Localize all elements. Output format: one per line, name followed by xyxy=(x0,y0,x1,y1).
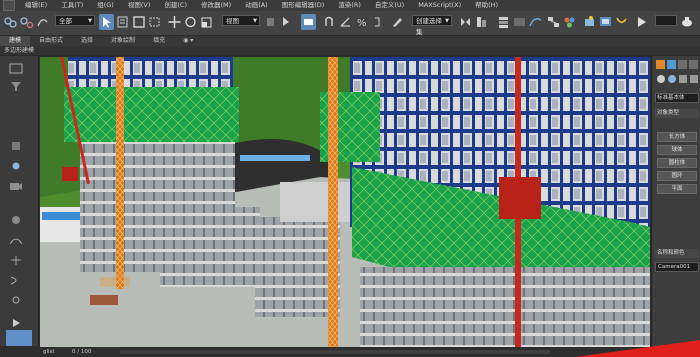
spinner-snap-icon[interactable] xyxy=(370,14,385,30)
material-editor-icon[interactable] xyxy=(562,14,577,30)
tab-selection[interactable]: 选择 xyxy=(72,36,102,46)
torus-button[interactable]: 圆环 xyxy=(657,171,697,181)
plane-button[interactable]: 平面 xyxy=(657,184,697,194)
keyboard-shortcut-override-icon[interactable] xyxy=(301,14,316,30)
object-name-field[interactable]: Camera001 xyxy=(655,262,699,272)
scene-explorer-icon[interactable] xyxy=(8,62,24,75)
tower-crane-left xyxy=(116,57,124,289)
schematic-view-icon[interactable] xyxy=(546,14,561,30)
percent-snap-icon[interactable]: % xyxy=(354,14,369,30)
timeline-tag: glist xyxy=(43,349,55,355)
geometry-icon[interactable] xyxy=(8,214,24,227)
select-by-name-icon[interactable] xyxy=(115,14,130,30)
primitive-type-dropdown[interactable]: 标准基本体 xyxy=(655,93,699,103)
graphite-ribbon-icon[interactable] xyxy=(512,14,527,30)
teapot-render-icon[interactable] xyxy=(680,14,695,30)
rollout-name-color[interactable]: 名称和颜色 xyxy=(655,249,699,258)
tab-modeling[interactable]: 建模 xyxy=(0,36,31,46)
pivot-center-icon[interactable] xyxy=(263,14,278,30)
command-panel-tabs[interactable] xyxy=(655,59,699,89)
curve-editor-icon[interactable] xyxy=(528,14,543,30)
mirror-icon[interactable] xyxy=(458,14,473,30)
display-filter-icon[interactable] xyxy=(8,80,24,93)
menu-views[interactable]: 视图(V) xyxy=(121,0,158,11)
menu-animation[interactable]: 动画(A) xyxy=(238,0,275,11)
angle-snap-icon[interactable] xyxy=(338,14,353,30)
helpers-icon[interactable] xyxy=(8,254,24,267)
scale-icon[interactable] xyxy=(199,14,214,30)
rollout-object-type[interactable]: 对象类型 xyxy=(655,109,699,118)
chevron-down-icon: ▼ xyxy=(88,18,92,24)
render-iterative-icon[interactable] xyxy=(634,14,649,30)
construction-hoist xyxy=(499,177,541,219)
link-icon[interactable] xyxy=(3,14,18,30)
snaps-toggle-icon[interactable] xyxy=(322,14,337,30)
main-toolbar: 全部 ▼ 视图 ▼ % 创建选择集 ▼ xyxy=(0,11,700,36)
menu-bar: 编辑(E) 工具(T) 组(G) 视图(V) 创建(C) 修改器(M) 动画(A… xyxy=(0,0,700,11)
camera-icon[interactable] xyxy=(8,180,24,193)
menu-group[interactable]: 组(G) xyxy=(90,0,121,11)
sphere-button[interactable]: 球体 xyxy=(657,145,697,155)
menu-create[interactable]: 创建(C) xyxy=(157,0,194,11)
unlink-icon[interactable] xyxy=(19,14,34,30)
menu-maxscript[interactable]: MAXScript(X) xyxy=(411,0,468,11)
tab-freeform[interactable]: 自由形式 xyxy=(30,36,72,46)
viewport-perspective[interactable] xyxy=(40,57,650,347)
window-crossing-icon[interactable] xyxy=(147,14,162,30)
shapes-icon[interactable] xyxy=(8,234,24,247)
named-selection-dropdown[interactable]: 创建选择集 ▼ xyxy=(412,15,452,36)
menu-help[interactable]: 帮助(H) xyxy=(468,0,505,11)
box-button[interactable]: 长方体 xyxy=(657,132,697,142)
chevron-down-icon: ▼ xyxy=(253,18,257,24)
rectangular-region-icon[interactable] xyxy=(131,14,146,30)
menu-rendering[interactable]: 渲染(R) xyxy=(331,0,368,11)
menu-tools[interactable]: 工具(T) xyxy=(54,0,90,11)
select-manipulate-icon[interactable] xyxy=(279,14,294,30)
edit-named-selection-icon[interactable] xyxy=(390,14,405,30)
tab-populate[interactable]: 填充 xyxy=(144,36,174,46)
command-panel: 标准基本体 对象类型 长方体 球体 圆柱体 圆环 平面 名称和颜色 Camera… xyxy=(651,56,700,346)
app-logo-icon[interactable] xyxy=(3,0,15,11)
svg-text:%: % xyxy=(357,18,367,29)
polygon-modeling-label[interactable]: 多边形建模 xyxy=(4,46,34,55)
spacewarps-icon[interactable] xyxy=(8,274,24,287)
move-icon[interactable] xyxy=(167,14,182,30)
menu-graph-editors[interactable]: 图形编辑器(D) xyxy=(275,0,332,11)
cylinder-button[interactable]: 圆柱体 xyxy=(657,158,697,168)
layer-manager-icon[interactable] xyxy=(496,14,511,30)
bind-spacewarp-icon[interactable] xyxy=(35,14,50,30)
tab-object-paint[interactable]: 对象绘制 xyxy=(102,36,144,46)
align-icon[interactable] xyxy=(474,14,489,30)
render-setup-icon[interactable] xyxy=(582,14,597,30)
render-production-icon[interactable] xyxy=(614,14,629,30)
ribbon-options-icon[interactable]: ◉ ▾ xyxy=(174,36,202,46)
systems-icon[interactable] xyxy=(8,294,24,307)
viewport-layout-icon[interactable] xyxy=(6,330,32,346)
menu-customize[interactable]: 自定义(U) xyxy=(368,0,411,11)
construction-scene-render xyxy=(40,57,650,347)
search-input[interactable] xyxy=(655,15,677,26)
select-object-icon[interactable] xyxy=(99,14,114,30)
red-corner-overlay xyxy=(575,340,700,357)
light-icon[interactable] xyxy=(8,160,24,173)
menu-modifiers[interactable]: 修改器(M) xyxy=(194,0,238,11)
reference-coord-dropdown[interactable]: 视图 ▼ xyxy=(222,15,260,26)
selection-filter-dropdown[interactable]: 全部 ▼ xyxy=(55,15,95,26)
rotate-icon[interactable] xyxy=(183,14,198,30)
rendered-frame-window-icon[interactable] xyxy=(598,14,613,30)
ribbon-tabs: 建模 自由形式 选择 对象绘制 填充 ◉ ▾ xyxy=(0,36,700,46)
menu-edit[interactable]: 编辑(E) xyxy=(18,0,54,11)
left-tool-strip xyxy=(0,56,39,346)
frame-counter[interactable]: 0 / 100 xyxy=(72,347,91,357)
timeline-track[interactable] xyxy=(120,350,550,354)
hierarchy-icon[interactable] xyxy=(8,140,24,153)
chevron-down-icon: ▼ xyxy=(445,18,449,24)
tower-crane-center xyxy=(328,57,338,347)
ribbon-panel: 多边形建模 xyxy=(0,46,700,55)
